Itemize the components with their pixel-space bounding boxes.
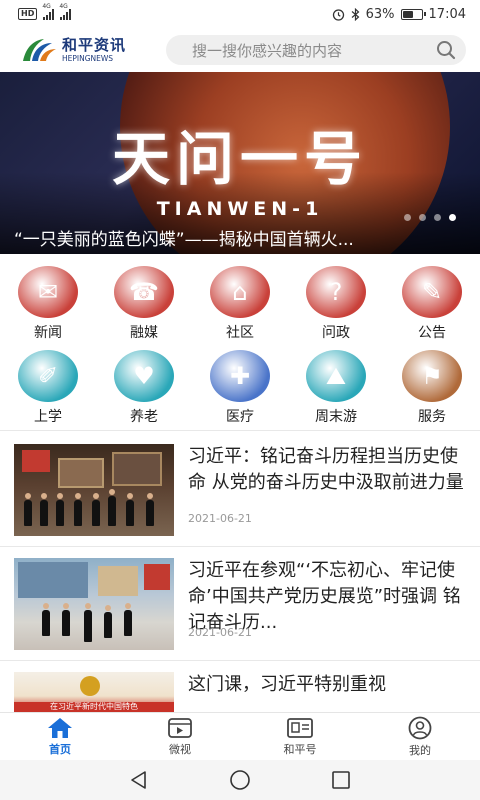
battery-percent: 63%: [365, 6, 395, 22]
home-icon: [48, 717, 72, 738]
hepingnews-logo-icon: [23, 39, 56, 61]
news-title: 习近平在参观“‘不忘初心、牢记使命’中国共产党历史展览”时强调 铭记奋斗历...: [188, 560, 461, 633]
school-icon: ✐: [18, 350, 78, 402]
tab-home[interactable]: 首页: [0, 713, 120, 760]
news-thumbnail-caption: 在习近平新时代中国特色: [14, 702, 174, 712]
category-school[interactable]: ✐ 上学: [0, 342, 96, 426]
category-media[interactable]: ☎ 融媒: [96, 258, 192, 342]
tab-label: 和平号: [283, 742, 317, 756]
category-label: 服务: [418, 409, 446, 425]
profile-icon: [408, 716, 432, 739]
carousel-dot[interactable]: [404, 214, 411, 221]
system-nav-bar: [0, 760, 480, 800]
inquiry-icon: ?: [306, 266, 366, 318]
divider: [0, 546, 480, 547]
news-item[interactable]: 在习近平新时代中国特色 这门课，习近平特别重视: [0, 662, 480, 712]
home-button-icon[interactable]: [229, 769, 251, 791]
carousel-dot[interactable]: [419, 214, 426, 221]
news-thumbnail: [14, 444, 174, 536]
category-travel[interactable]: ⛰ 周末游: [288, 342, 384, 426]
carousel-dots[interactable]: [404, 214, 456, 221]
hd-badge: HD: [18, 8, 38, 20]
news-title: 这门课，习近平特别重视: [188, 674, 386, 695]
status-bar: HD 4G 4G 63% 17:04: [0, 0, 480, 28]
category-label: 社区: [226, 325, 254, 341]
tab-label: 微视: [169, 742, 191, 756]
category-label: 问政: [322, 325, 350, 341]
category-service[interactable]: ⚑ 服务: [384, 342, 480, 426]
carousel-dot[interactable]: [449, 214, 456, 221]
divider: [0, 660, 480, 661]
news-item[interactable]: 习近平：铭记奋斗历程担当历史使命 从党的奋斗历史中汲取前进力量 2021-06-…: [0, 434, 480, 544]
tab-label: 首页: [49, 742, 71, 756]
news-date: 2021-06-21: [188, 512, 252, 525]
elderly-icon: ♥: [114, 350, 174, 402]
account-icon: [287, 717, 313, 738]
category-label: 周末游: [315, 409, 357, 425]
signal-icon: 4G: [59, 4, 72, 20]
news-date: 2021-06-21: [188, 626, 252, 639]
alarm-icon: [332, 8, 344, 21]
video-icon: [168, 717, 192, 738]
travel-icon: ⛰: [306, 350, 366, 402]
carousel-dot[interactable]: [434, 214, 441, 221]
category-elderly[interactable]: ♥ 养老: [96, 342, 192, 426]
logo-subtitle: HEPINGNEWS: [62, 53, 114, 63]
search-icon[interactable]: [436, 40, 456, 60]
medical-icon: ✚: [210, 350, 270, 402]
search-input[interactable]: 搜一搜你感兴趣的内容: [192, 40, 436, 61]
category-label: 公告: [418, 325, 446, 341]
service-icon: ⚑: [402, 350, 462, 402]
news-thumbnail: [14, 558, 174, 650]
battery-icon: [400, 8, 426, 20]
recents-icon[interactable]: [331, 770, 351, 790]
news-item[interactable]: 习近平在参观“‘不忘初心、牢记使命’中国共产党历史展览”时强调 铭记奋斗历...…: [0, 548, 480, 658]
category-label: 医疗: [226, 409, 254, 425]
tab-account[interactable]: 和平号: [240, 713, 360, 760]
banner-caption[interactable]: “一只美丽的蓝色闪蝶”——揭秘中国首辆火...: [14, 225, 444, 250]
news-thumbnail: 在习近平新时代中国特色: [14, 672, 174, 712]
signal-icon: 4G: [42, 4, 55, 20]
category-news[interactable]: ✉ 新闻: [0, 258, 96, 342]
app-header: 和平资讯 HEPINGNEWS 搜一搜你感兴趣的内容: [0, 28, 480, 72]
banner-title: 天问一号: [111, 125, 368, 193]
news-icon: ✉: [18, 266, 78, 318]
category-inquiry[interactable]: ? 问政: [288, 258, 384, 342]
category-label: 上学: [34, 409, 62, 425]
category-label: 新闻: [34, 325, 62, 341]
clock: 17:04: [428, 6, 466, 22]
category-label: 融媒: [130, 325, 158, 341]
tab-label: 我的: [409, 743, 431, 757]
banner-carousel[interactable]: 天问一号 TIANWEN-1 “一只美丽的蓝色闪蝶”——揭秘中国首辆火...: [0, 72, 480, 254]
logo-title: 和平资讯: [62, 35, 127, 54]
bluetooth-icon: [351, 7, 360, 21]
app-logo[interactable]: 和平资讯 HEPINGNEWS: [20, 35, 150, 65]
back-icon[interactable]: [129, 770, 149, 790]
signal-label: 4G: [59, 3, 68, 10]
tab-profile[interactable]: 我的: [360, 713, 480, 760]
category-grid: ✉ 新闻 ☎ 融媒 ⌂ 社区? 问政 ✎ 公告 ✐ 上学 ♥ 养老 ✚ 医疗 ⛰ 周末游 ⚑ 服务: [0, 258, 480, 426]
category-label: 养老: [130, 409, 158, 425]
category-medical[interactable]: ✚ 医疗: [192, 342, 288, 426]
divider: [0, 430, 480, 431]
bottom-tab-bar: 首页 微视 和平号 我的: [0, 712, 480, 760]
search-bar[interactable]: 搜一搜你感兴趣的内容: [166, 35, 466, 65]
news-title: 习近平：铭记奋斗历程担当历史使命 从党的奋斗历史中汲取前进力量: [188, 446, 464, 493]
signal-label: 4G: [42, 3, 51, 10]
notice-icon: ✎: [402, 266, 462, 318]
category-notice[interactable]: ✎ 公告: [384, 258, 480, 342]
category-community[interactable]: ⌂ 社区: [192, 258, 288, 342]
tab-video[interactable]: 微视: [120, 713, 240, 760]
media-icon: ☎: [114, 266, 174, 318]
community-icon: ⌂: [210, 266, 270, 318]
